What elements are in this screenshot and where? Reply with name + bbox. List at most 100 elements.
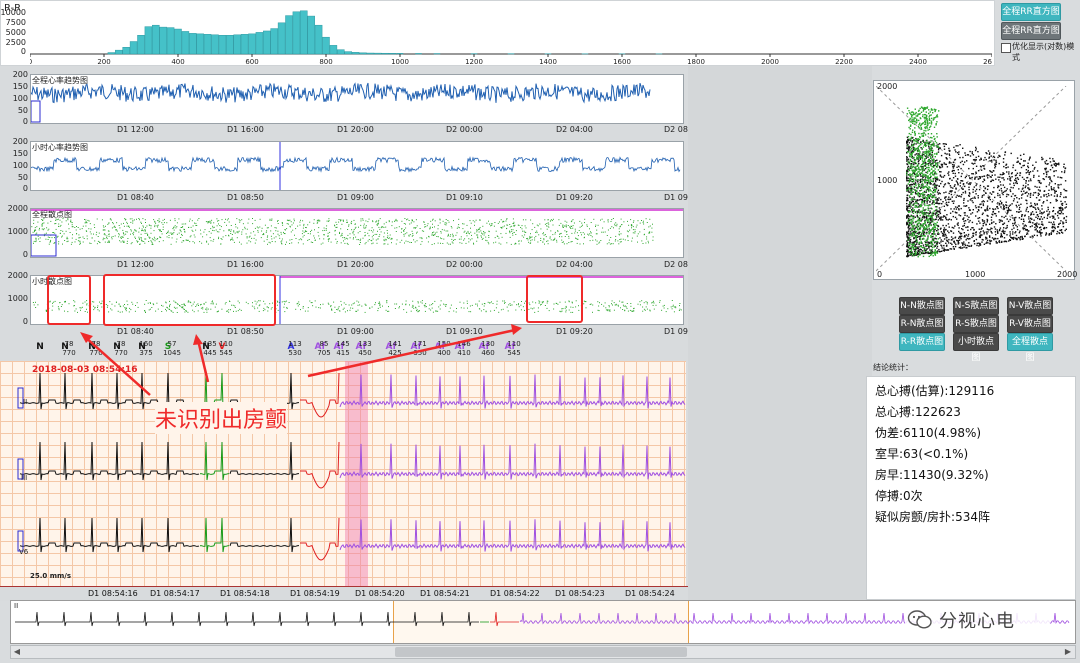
lorenz-point xyxy=(1026,232,1029,234)
lorenz-point xyxy=(1008,171,1010,173)
lorenz-point-green xyxy=(911,164,913,166)
lorenz-point xyxy=(909,191,911,193)
lorenz-point xyxy=(943,238,946,240)
lorenz-point xyxy=(1039,230,1041,232)
lorenz-point xyxy=(968,207,970,209)
lorenz-point xyxy=(978,209,980,212)
lorenz-point xyxy=(1029,156,1031,158)
lorenz-point xyxy=(1036,203,1038,206)
lorenz-point xyxy=(982,212,984,214)
lorenz-point xyxy=(1057,226,1060,228)
lorenz-point xyxy=(975,146,977,149)
log-mode-checkbox[interactable] xyxy=(1001,43,1011,53)
lorenz-point xyxy=(906,250,908,253)
lorenz-point-green xyxy=(919,107,921,110)
lorenz-point xyxy=(945,191,947,193)
lorenz-point xyxy=(975,215,977,217)
lorenz-point-green xyxy=(927,218,929,220)
lorenz-point xyxy=(937,219,940,221)
lorenz-point xyxy=(939,212,942,215)
full-rr-histogram-button[interactable]: 全程RR直方图 xyxy=(1001,3,1061,21)
lorenz-point xyxy=(1019,206,1021,209)
lorenz-point xyxy=(945,201,948,204)
lorenz-point xyxy=(1038,186,1041,188)
lorenz-point-green xyxy=(923,132,925,134)
lorenz-point xyxy=(968,195,971,197)
lorenz-point xyxy=(1061,171,1063,173)
lorenz-point-green xyxy=(929,189,931,191)
lorenz-point xyxy=(986,205,989,207)
lorenz-point xyxy=(945,203,948,206)
lorenz-point xyxy=(1011,237,1013,239)
lorenz-point xyxy=(1057,217,1060,219)
lorenz-point xyxy=(980,157,982,159)
lorenz-point xyxy=(944,143,946,145)
lorenz-point xyxy=(977,217,979,220)
lorenz-point xyxy=(972,154,975,156)
lorenz-point-green xyxy=(935,188,937,191)
lorenz-point xyxy=(966,244,969,247)
lorenz-point xyxy=(937,151,940,153)
lorenz-point xyxy=(1021,237,1023,239)
lorenz-point xyxy=(1015,231,1017,233)
lorenz-point-green xyxy=(927,133,930,135)
lorenz-point xyxy=(914,192,917,194)
lorenz-point-green xyxy=(932,187,934,189)
lorenz-point-green xyxy=(936,121,938,123)
lorenz-point-green xyxy=(923,186,925,189)
lorenz-point xyxy=(912,222,914,224)
lorenz-point xyxy=(1029,194,1032,196)
lorenz-point xyxy=(1060,211,1063,213)
lorenz-point xyxy=(982,165,984,167)
lorenz-point xyxy=(939,228,942,230)
lorenz-point xyxy=(976,242,978,245)
lorenz-point-green xyxy=(931,221,933,223)
lorenz-point xyxy=(940,231,943,233)
lorenz-point xyxy=(1029,236,1031,238)
lorenz-point xyxy=(910,184,913,186)
lorenz-point xyxy=(972,197,974,199)
lorenz-point-green xyxy=(910,149,912,151)
lorenz-point xyxy=(959,182,962,184)
lorenz-point xyxy=(982,203,984,205)
lorenz-point xyxy=(978,188,981,191)
lorenz-point-green xyxy=(909,202,911,204)
lorenz-point xyxy=(1060,229,1063,231)
lorenz-point-green xyxy=(906,173,908,176)
lorenz-point xyxy=(974,149,977,152)
lorenz-point xyxy=(932,184,934,186)
lorenz-point xyxy=(920,187,922,189)
lorenz-point xyxy=(943,215,945,217)
lorenz-point xyxy=(994,208,997,210)
lorenz-point-green xyxy=(907,135,910,138)
lorenz-point xyxy=(948,150,951,152)
lorenz-point xyxy=(988,197,990,200)
lorenz-point xyxy=(982,230,984,232)
lorenz-point xyxy=(919,178,922,181)
lorenz-point xyxy=(978,245,980,247)
lorenz-point xyxy=(943,250,945,252)
lorenz-point xyxy=(963,241,965,243)
lorenz-point xyxy=(1064,170,1066,172)
lorenz-point xyxy=(948,154,951,156)
lorenz-point-green xyxy=(918,183,920,186)
lorenz-point xyxy=(1016,197,1018,199)
lorenz-point xyxy=(939,217,941,220)
lorenz-point xyxy=(1056,214,1059,217)
lorenz-point xyxy=(936,201,938,203)
lorenz-point xyxy=(957,178,959,180)
lorenz-point xyxy=(963,197,965,200)
lorenz-point xyxy=(995,242,998,244)
lorenz-point xyxy=(945,216,947,219)
lorenz-point xyxy=(953,185,956,187)
lorenz-point xyxy=(964,192,967,194)
lorenz-point xyxy=(993,226,996,228)
lorenz-point xyxy=(1009,190,1012,193)
lorenz-point xyxy=(1015,224,1017,227)
lorenz-point xyxy=(940,239,942,241)
lorenz-point xyxy=(960,175,962,178)
lorenz-point xyxy=(1012,166,1014,169)
full-rr-histogram-button-2[interactable]: 全程RR直方图 xyxy=(1001,22,1061,40)
lorenz-point xyxy=(1024,215,1026,217)
lorenz-point xyxy=(982,225,984,227)
